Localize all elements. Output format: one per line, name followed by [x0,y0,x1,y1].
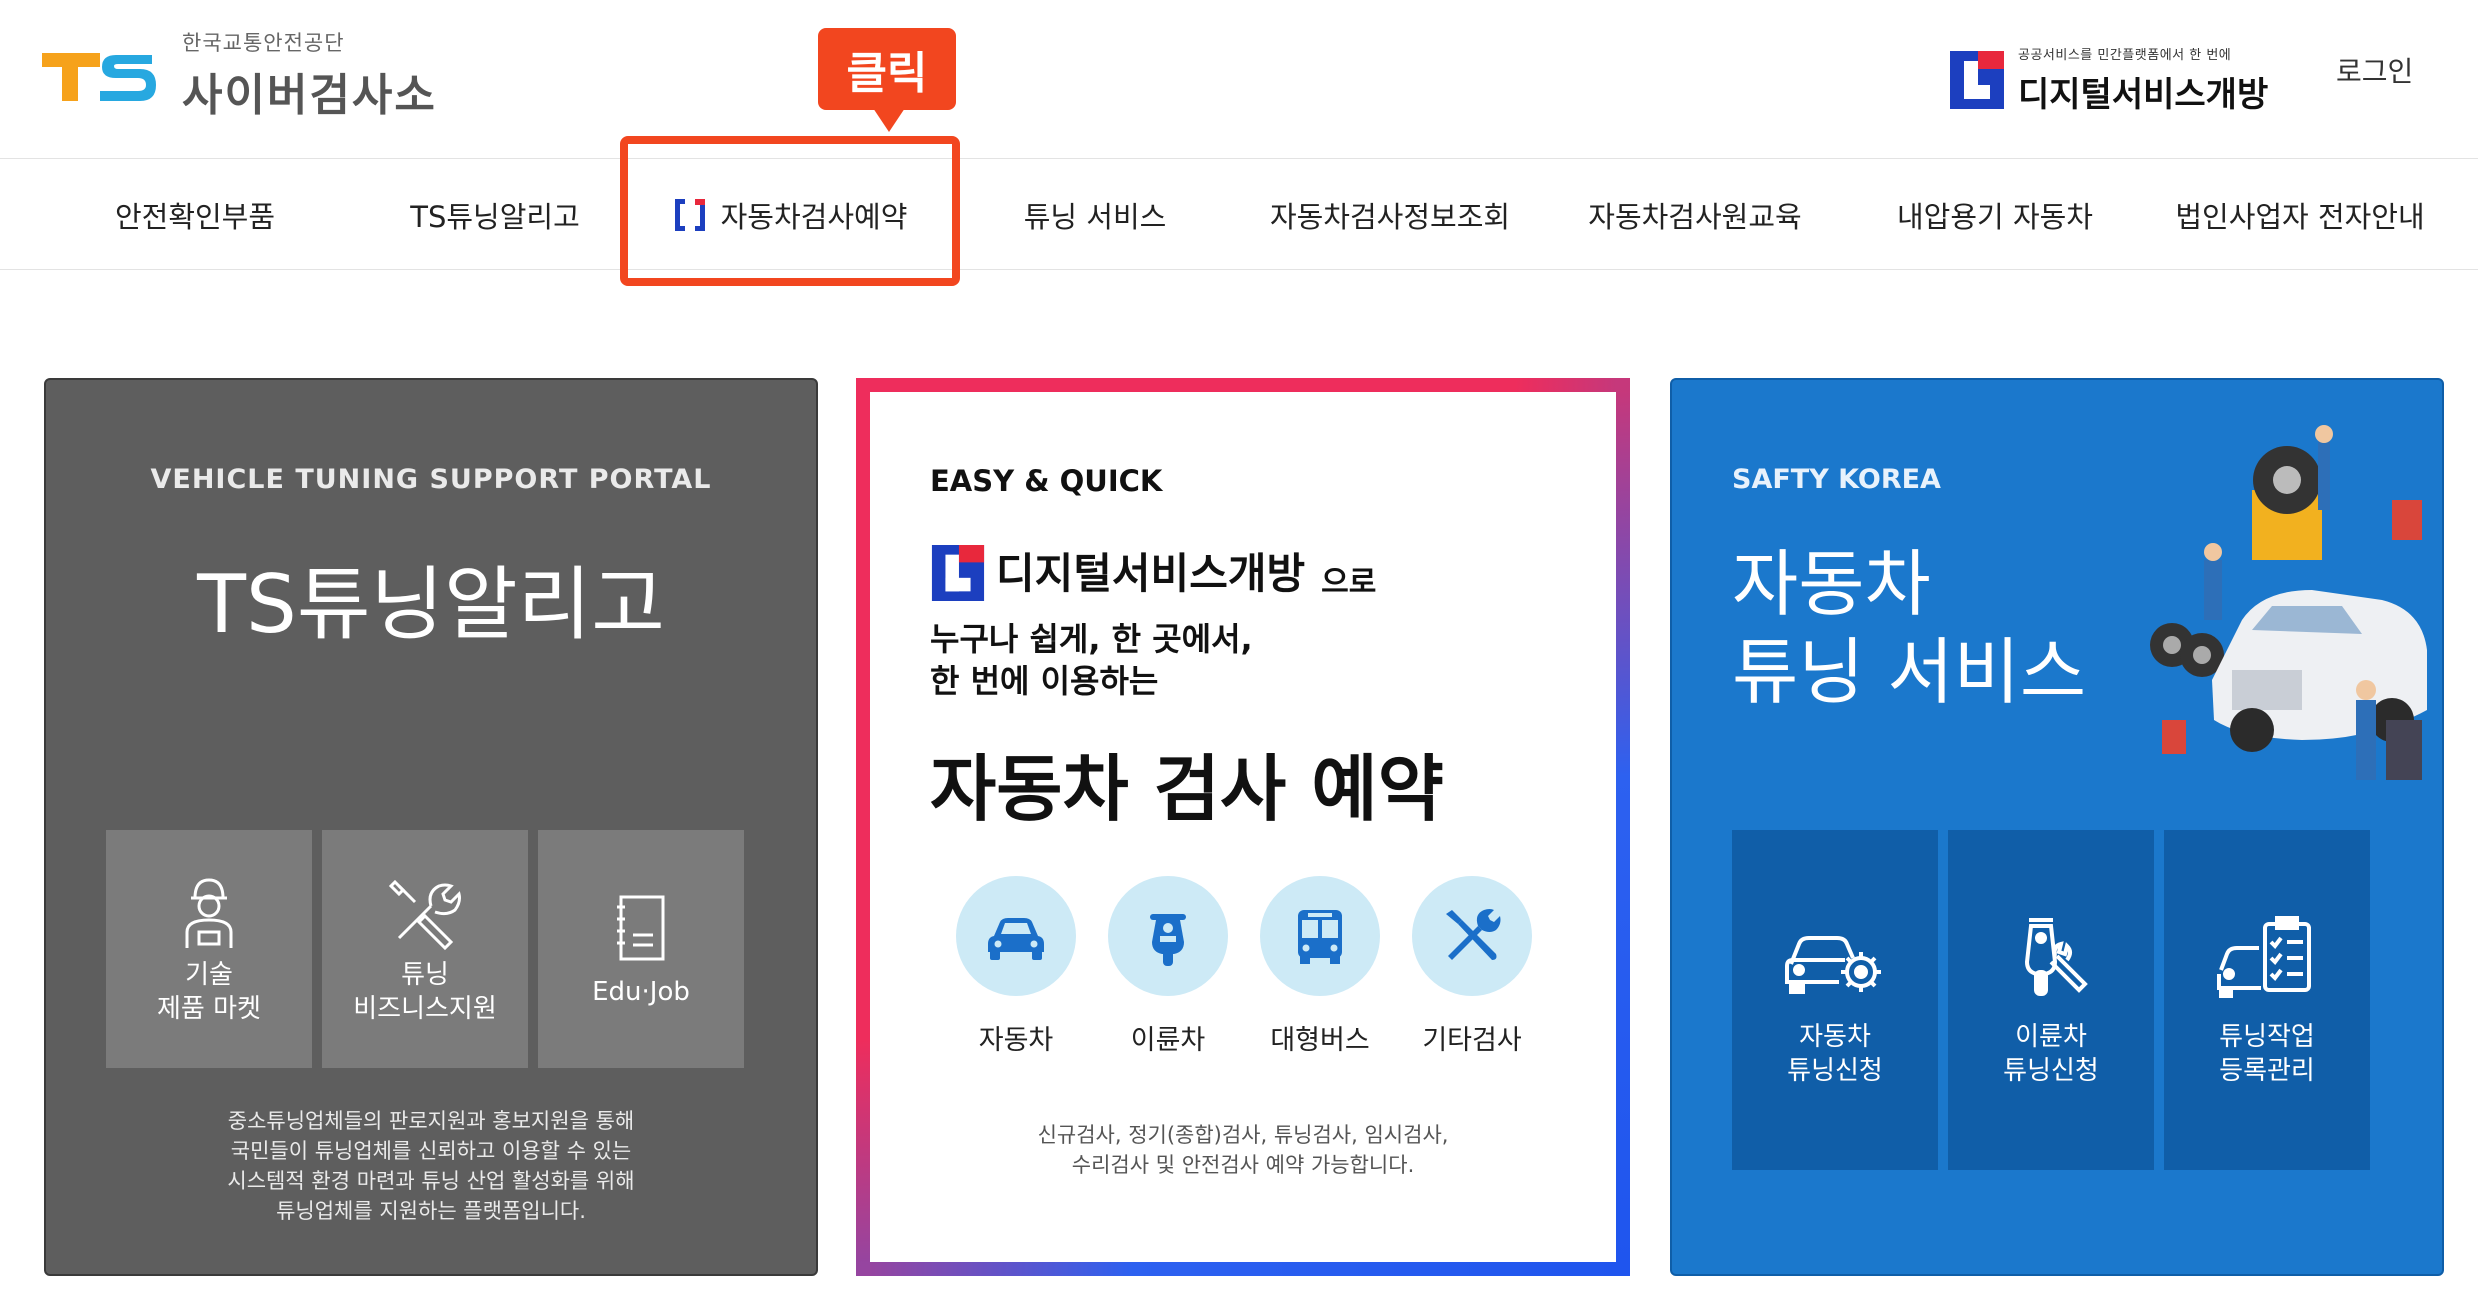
panel-title: TS튜닝알리고 [197,558,665,651]
desc-line: 신규검사, 정기(종합)검사, 튜닝검사, 임시검사, [1037,1123,1449,1147]
nav-item-tuning-service[interactable]: 튜닝 서비스 [960,159,1230,271]
nav-item-ts-tuning[interactable]: TS튜닝알리고 [360,159,630,271]
bus-reservation-button[interactable]: 대형버스 [1260,876,1380,1057]
motorcycle-icon [1150,914,1186,966]
tile-line2: 튜닝신청 [1787,1056,1883,1086]
tile-line1: 이륜차 [2015,1022,2087,1052]
worker-icon [185,878,233,948]
brand-name: 디지털서비스개방 [996,549,1306,598]
bus-icon [1298,910,1342,964]
inspection-reservation-panel[interactable]: EASY & QUICK 디지털서비스개방 으로 누구나 쉽게, 한 곳에서, … [856,378,1630,1276]
tagline-line: 한 번에 이용하는 [930,662,1159,700]
tools-icon [388,879,461,951]
car-reservation-button[interactable]: 자동차 [956,876,1076,1057]
org-subtitle: 한국교통안전공단 [182,31,345,55]
login-link[interactable]: 로그인 [2336,50,2413,90]
nav-item-pressure-vessel[interactable]: 내압용기 자동차 [1855,159,2135,271]
panel-title: 자동차 검사 예약 [930,747,1444,831]
motorcycle-reservation-button[interactable]: 이륜차 [1108,876,1228,1057]
ts-tuning-panel[interactable]: VEHICLE TUNING SUPPORT PORTAL TS튜닝알리고 기술… [44,378,818,1276]
brand-line: 디지털서비스개방 으로 [930,540,1376,601]
tech-market-tile[interactable]: 기술 제품 마켓 [106,830,312,1068]
panel-description: 신규검사, 정기(종합)검사, 튜닝검사, 임시검사, 수리검사 및 안전검사 … [856,1120,1630,1180]
desc-line: 중소튜닝업체들의 판로지원과 홍보지원을 통해 [227,1109,635,1133]
car-repair-illustration [2150,425,2427,780]
tile-line1: 튜닝작업 [2219,1022,2315,1052]
car-tuning-apply-tile[interactable]: 자동차 튜닝신청 [1732,830,1938,1170]
digital-service-tagline: 공공서비스를 민간플랫폼에서 한 번에 [2018,48,2232,63]
blue-tile-row: 자동차 튜닝신청 이륜차 튜닝신청 튜닝작업 등록관리 [1732,830,2370,1170]
logo-text: 한국교통안전공단 사이버검사소 [182,27,437,123]
nav-item-inspector-education[interactable]: 자동차검사원교육 [1550,159,1840,271]
tile-line1: 튜닝 [401,960,449,990]
tagline-line: 누구나 쉽게, 한 곳에서, [930,620,1253,658]
click-tooltip: 클릭 [818,28,956,132]
digital-service-icon [931,545,985,601]
reservation-type-label: 대형버스 [1270,1025,1370,1056]
tuning-service-panel[interactable]: SAFTY KOREA 자동차 튜닝 서비스 자동차 튜닝신청 이륜차 튜닝신청… [1670,378,2444,1276]
nav-item-safety-parts[interactable]: 안전확인부품 [60,159,330,271]
main-nav: 안전확인부품 TS튜닝알리고 자동차검사예약 튜닝 서비스 자동차검사정보조회 … [0,158,2478,270]
car-icon [988,918,1044,960]
tile-line1: 기술 [185,960,233,990]
digital-service-text: 공공서비스를 민간플랫폼에서 한 번에 디지털서비스개방 [2018,44,2268,116]
tools-icon [1446,909,1501,960]
tuning-business-tile[interactable]: 튜닝 비즈니스지원 [322,830,528,1068]
reservation-type-label: 자동차 [978,1025,1054,1056]
panel-kicker: SAFTY KOREA [1732,464,1941,495]
desc-line: 국민들이 튜닝업체를 신뢰하고 이용할 수 있는 [230,1139,632,1163]
title-line: 튜닝 서비스 [1732,630,2087,714]
edu-job-tile[interactable]: Edu·Job [538,830,744,1068]
tile-line2: 비즈니스지원 [353,994,497,1024]
icon-circle [1260,876,1380,996]
site-name: 사이버검사소 [182,70,437,121]
reservation-type-label: 기타검사 [1422,1025,1522,1056]
ts-logo-icon [40,45,158,105]
nav-item-inspection-info[interactable]: 자동차검사정보조회 [1240,159,1540,271]
tile-line2: 튜닝신청 [2003,1056,2099,1086]
panel-kicker: VEHICLE TUNING SUPPORT PORTAL [150,464,712,495]
desc-line: 시스템적 환경 마련과 튜닝 산업 활성화를 위해 [227,1169,635,1193]
icon-circle [1412,876,1532,996]
icon-circle [1108,876,1228,996]
tile-line1: Edu·Job [592,977,690,1007]
title-line: 자동차 [1732,542,1931,626]
nav-item-inspection-reservation[interactable]: 자동차검사예약 [640,159,940,271]
panel-tagline: 누구나 쉽게, 한 곳에서, 한 번에 이용하는 [930,618,1253,702]
tile-line2: 제품 마켓 [157,994,261,1024]
desc-line: 튜닝업체를 지원하는 플랫폼입니다. [276,1199,586,1223]
digital-service-name: 디지털서비스개방 [2018,75,2269,115]
digital-service-icon [1950,51,2004,109]
panel-title: 자동차 튜닝 서비스 [1732,540,2086,716]
other-inspection-button[interactable]: 기타검사 [1412,876,1532,1057]
nav-item-label: 자동차검사예약 [720,200,908,234]
desc-line: 수리검사 및 안전검사 예약 가능합니다. [1071,1153,1415,1177]
digital-service-icon [674,199,705,231]
digital-service-logo[interactable]: 공공서비스를 민간플랫폼에서 한 번에 디지털서비스개방 [1950,44,2268,116]
reservation-type-label: 이륜차 [1130,1025,1206,1056]
car-gear-icon [1785,936,1881,994]
site-logo[interactable]: 한국교통안전공단 사이버검사소 [40,27,437,123]
gray-tile-row: 기술 제품 마켓 튜닝 비즈니스지원 Edu·Job [106,830,744,1068]
car-checklist-icon [2217,916,2311,998]
tile-line2: 등록관리 [2219,1056,2315,1086]
nav-item-corporate-notice[interactable]: 법인사업자 전자안내 [2150,159,2450,271]
tile-line1: 자동차 [1799,1022,1871,1052]
reservation-type-row: 자동차 이륜차 대형버스 기타검사 [956,876,1532,1057]
scooter-wrench-icon [2024,918,2088,996]
motorcycle-tuning-apply-tile[interactable]: 이륜차 튜닝신청 [1948,830,2154,1170]
tuning-work-register-tile[interactable]: 튜닝작업 등록관리 [2164,830,2370,1170]
site-header: 한국교통안전공단 사이버검사소 클릭 공공서비스를 민간플랫폼에서 한 번에 디… [0,0,2478,158]
notebook-icon [617,895,665,961]
brand-suffix: 으로 [1321,565,1377,600]
icon-circle [956,876,1076,996]
panel-kicker: EASY & QUICK [930,464,1163,498]
panel-description: 중소튜닝업체들의 판로지원과 홍보지원을 통해 국민들이 튜닝업체를 신뢰하고 … [46,1106,816,1226]
